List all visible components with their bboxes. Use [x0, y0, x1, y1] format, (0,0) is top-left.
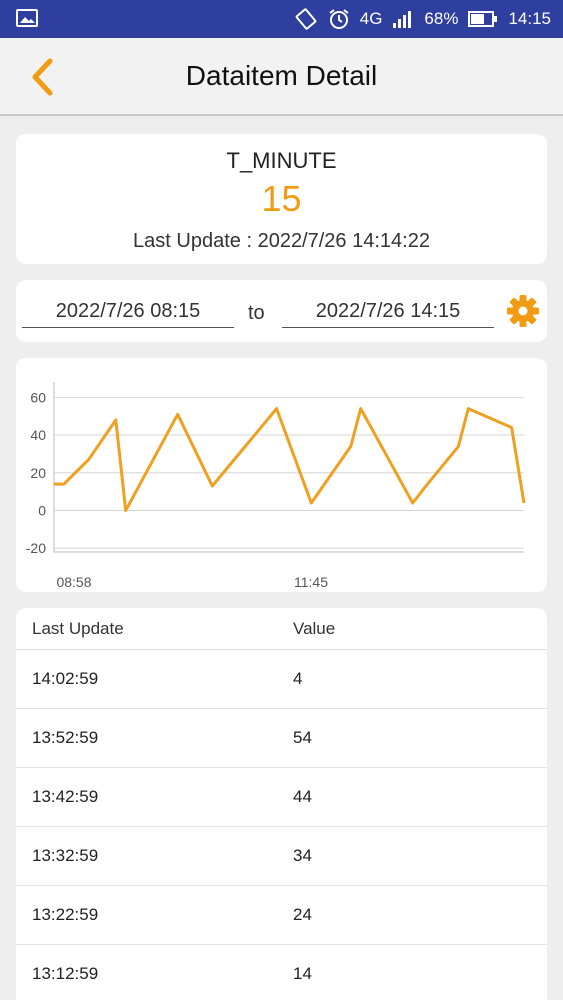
- series-line: [54, 407, 526, 512]
- row-last-update: 13:42:59: [32, 787, 99, 806]
- battery-percent: 68%: [424, 9, 459, 28]
- signal-icon: [392, 9, 414, 29]
- x-tick-label: 11:45: [294, 574, 328, 590]
- range-separator: to: [248, 302, 265, 324]
- line-chart: 60 40 20 0 -20 08:58 11:45: [26, 382, 526, 590]
- column-header-last-update: Last Update: [32, 618, 124, 638]
- row-last-update: 13:12:59: [32, 964, 99, 983]
- table-row[interactable]: 14:02:59 4: [16, 650, 547, 709]
- y-tick-label: 0: [38, 503, 46, 519]
- battery-icon: [468, 10, 498, 28]
- dataitem-value: 15: [261, 178, 302, 219]
- table-row[interactable]: 13:42:59 44: [16, 768, 547, 827]
- settings-button[interactable]: [506, 294, 540, 328]
- table-body: 14:02:59 4 13:52:59 54 13:42:59 44 13:32:59 34 1…: [16, 650, 547, 1000]
- column-header-value: Value: [293, 618, 336, 638]
- date-range-card: 2022/7/26 08:15 to 2022/7/26 14:15: [16, 280, 547, 342]
- y-tick-label: -20: [26, 540, 46, 556]
- dataitem-name: T_MINUTE: [226, 148, 337, 173]
- date-from-field[interactable]: 2022/7/26 08:15: [22, 296, 234, 328]
- gear-icon: [507, 295, 539, 327]
- row-value: 14: [293, 964, 312, 983]
- status-icons: 4G 68% 14:15: [294, 0, 551, 38]
- chart-card: 60 40 20 0 -20 08:58 11:45: [16, 358, 547, 592]
- alarm-icon: [328, 8, 350, 30]
- app-bar: Dataitem Detail: [0, 38, 563, 116]
- image-icon: [16, 9, 38, 27]
- screen-rotate-icon: [294, 8, 318, 30]
- date-to-field[interactable]: 2022/7/26 14:15: [282, 296, 494, 328]
- row-last-update: 13:32:59: [32, 846, 99, 865]
- history-table: Last Update Value 14:02:59 4 13:52:59 54 13:…: [16, 608, 547, 1000]
- table-header: Last Update Value: [16, 608, 547, 650]
- dataitem-last-update: Last Update : 2022/7/26 14:14:22: [133, 230, 430, 252]
- row-value: 34: [293, 846, 312, 865]
- row-value: 44: [293, 787, 312, 806]
- x-tick-label: 08:58: [56, 574, 91, 590]
- table-row[interactable]: 13:52:59 54: [16, 709, 547, 768]
- table-row[interactable]: 13:22:59 24: [16, 886, 547, 945]
- row-value: 24: [293, 905, 312, 924]
- status-time: 14:15: [508, 9, 551, 28]
- network-type: 4G: [359, 9, 383, 28]
- table-row[interactable]: 13:32:59 34: [16, 827, 547, 886]
- row-last-update: 14:02:59: [32, 669, 99, 688]
- row-last-update: 13:22:59: [32, 905, 99, 924]
- row-value: 54: [293, 728, 312, 747]
- row-last-update: 13:52:59: [32, 728, 99, 747]
- y-tick-label: 40: [30, 427, 46, 443]
- y-tick-label: 60: [30, 389, 46, 405]
- status-bar: 4G 68% 14:15: [0, 0, 563, 38]
- summary-card: T_MINUTE 15 Last Update : 2022/7/26 14:1…: [16, 134, 547, 264]
- row-value: 4: [293, 669, 303, 688]
- table-row[interactable]: 13:12:59 14: [16, 945, 547, 1000]
- y-tick-label: 20: [30, 465, 46, 481]
- page-title: Dataitem Detail: [185, 60, 378, 91]
